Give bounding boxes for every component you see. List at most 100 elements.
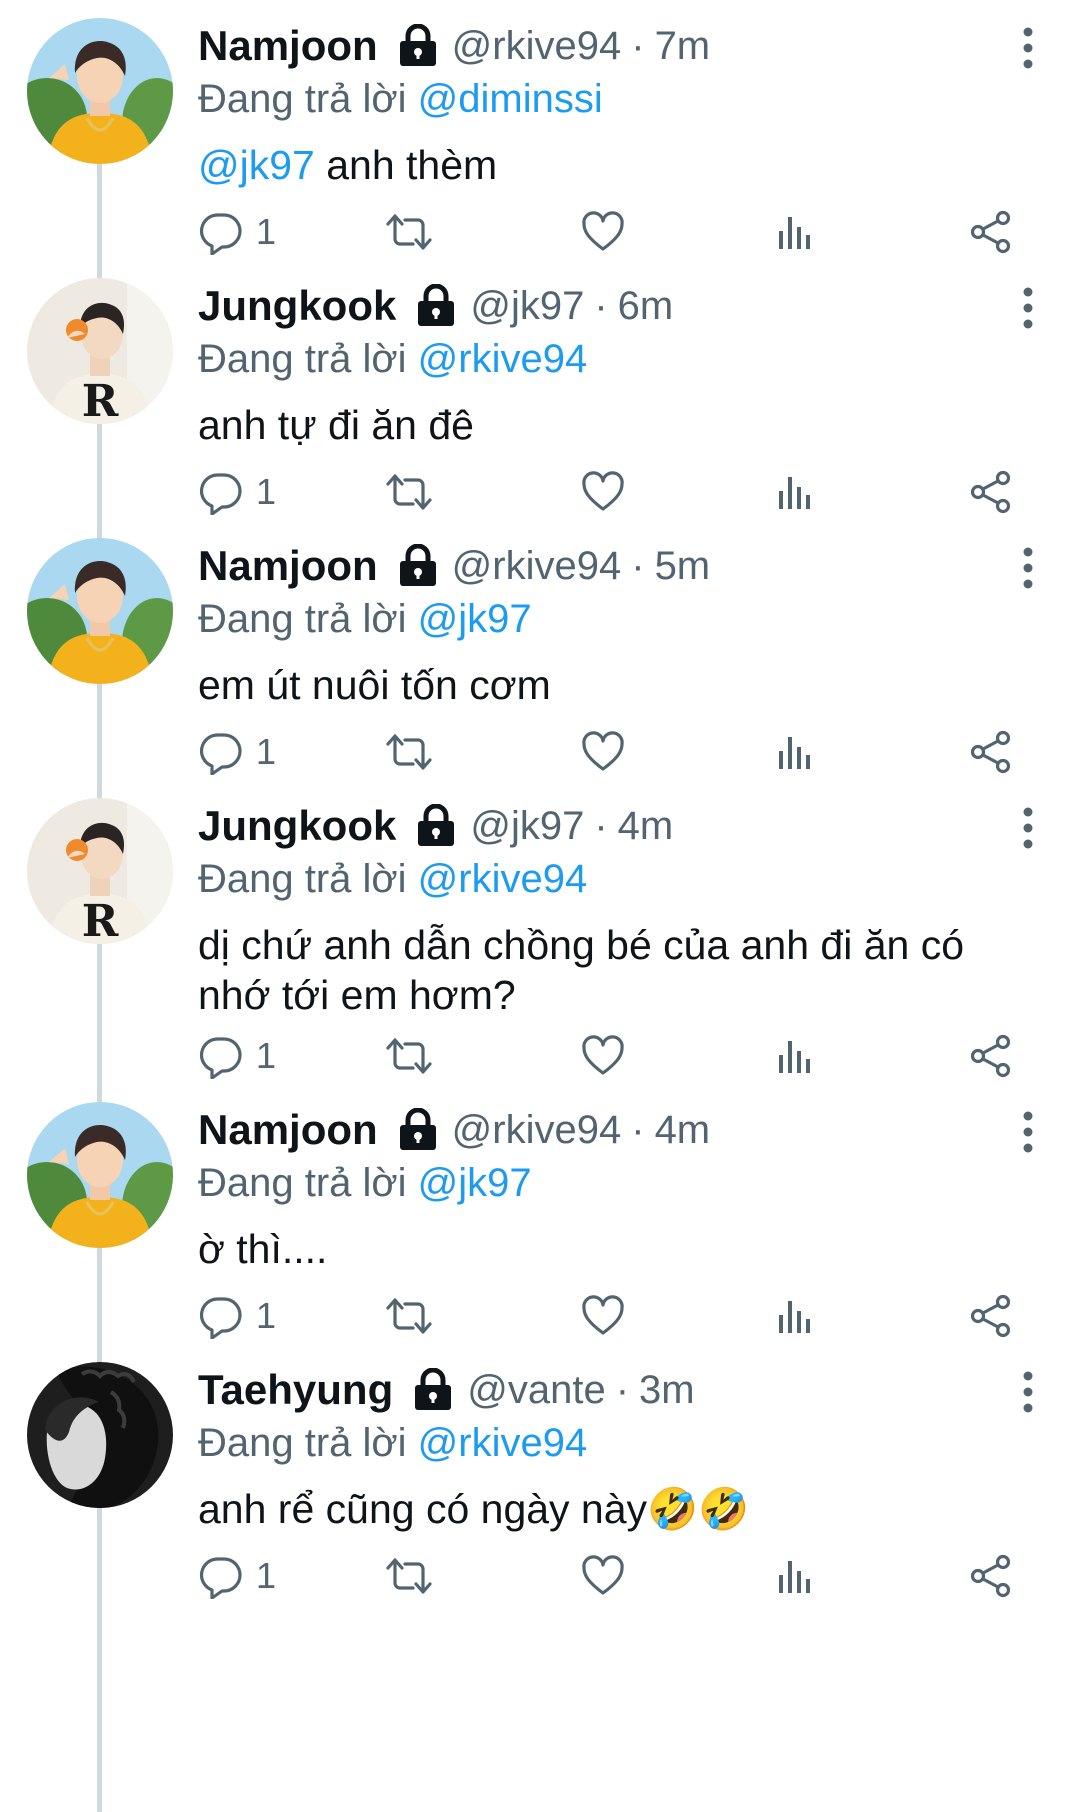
display-name[interactable]: Jungkook	[198, 802, 396, 850]
retweet-button[interactable]	[386, 1548, 432, 1604]
more-icon[interactable]	[1016, 24, 1040, 72]
timestamp[interactable]: 7m	[655, 24, 711, 69]
share-button[interactable]	[968, 204, 1014, 260]
tweet[interactable]: Namjoon @rkive94 · 5m Đang trả lời @jk97…	[0, 538, 1080, 784]
replying-to-mention[interactable]: @jk97	[418, 597, 532, 641]
avatar[interactable]	[27, 278, 173, 424]
separator-dot: ·	[631, 543, 645, 588]
timestamp[interactable]: 4m	[618, 804, 674, 849]
tweet[interactable]: Namjoon @rkive94 · 7m Đang trả lời @dimi…	[0, 18, 1080, 264]
share-button[interactable]	[968, 464, 1014, 520]
timestamp[interactable]: 5m	[655, 544, 711, 589]
timestamp[interactable]: 4m	[655, 1108, 711, 1153]
more-icon[interactable]	[1016, 544, 1040, 592]
views-button[interactable]	[773, 464, 819, 520]
share-button[interactable]	[968, 724, 1014, 780]
like-button[interactable]	[580, 1028, 626, 1084]
timestamp[interactable]: 6m	[618, 284, 674, 329]
avatar[interactable]	[27, 18, 173, 164]
views-button[interactable]	[773, 1028, 819, 1084]
more-icon[interactable]	[1016, 284, 1040, 332]
retweet-button[interactable]	[386, 204, 432, 260]
like-button[interactable]	[580, 724, 626, 780]
display-name[interactable]: Taehyung	[198, 1366, 393, 1414]
display-name[interactable]: Jungkook	[198, 282, 396, 330]
namjoon-avatar-icon	[27, 538, 173, 684]
reply-button[interactable]: 1	[198, 1028, 276, 1084]
user-handle[interactable]: @jk97	[470, 284, 584, 329]
user-handle[interactable]: @rkive94	[452, 544, 622, 589]
views-button[interactable]	[773, 724, 819, 780]
like-button[interactable]	[580, 1548, 626, 1604]
action-bar: 1	[198, 1548, 1018, 1604]
replying-to-mention[interactable]: @rkive94	[418, 1421, 588, 1465]
display-name[interactable]: Namjoon	[198, 542, 378, 590]
user-handle[interactable]: @jk97	[470, 804, 584, 849]
action-bar: 1	[198, 724, 1018, 780]
replying-to-label: Đang trả lời	[198, 597, 407, 641]
views-button[interactable]	[773, 204, 819, 260]
display-name[interactable]: Namjoon	[198, 22, 378, 70]
replying-to: Đang trả lời @diminssi	[198, 74, 1040, 124]
replying-to: Đang trả lời @jk97	[198, 594, 1040, 644]
like-icon	[580, 1033, 626, 1079]
tweet-content: Jungkook @jk97 · 4m Đang trả lời @rkive9…	[198, 798, 1040, 1020]
replying-to-mention[interactable]: @rkive94	[418, 857, 588, 901]
separator-dot: ·	[594, 803, 608, 848]
avatar[interactable]	[27, 538, 173, 684]
more-icon[interactable]	[1016, 1368, 1040, 1416]
user-handle[interactable]: @rkive94	[452, 24, 622, 69]
reply-button[interactable]: 1	[198, 724, 276, 780]
reply-icon	[198, 1293, 244, 1339]
reply-thread: Namjoon @rkive94 · 7m Đang trả lời @dimi…	[0, 0, 1080, 1812]
body-text: anh thèm	[314, 142, 498, 188]
display-name[interactable]: Namjoon	[198, 1106, 378, 1154]
reply-count: 1	[256, 1295, 277, 1336]
retweet-button[interactable]	[386, 1288, 432, 1344]
body-mention[interactable]: @jk97	[198, 142, 315, 188]
retweet-button[interactable]	[386, 1028, 432, 1084]
replying-to-mention[interactable]: @diminssi	[418, 77, 603, 121]
tweet[interactable]: Namjoon @rkive94 · 4m Đang trả lời @jk97…	[0, 1102, 1080, 1348]
like-button[interactable]	[580, 464, 626, 520]
share-button[interactable]	[968, 1288, 1014, 1344]
body-text: anh tự đi ăn đê	[198, 402, 474, 448]
share-icon	[968, 1293, 1014, 1339]
retweet-button[interactable]	[386, 724, 432, 780]
avatar[interactable]	[27, 1102, 173, 1248]
tweet[interactable]: Taehyung @vante · 3m Đang trả lời @rkive…	[0, 1362, 1080, 1608]
user-handle[interactable]: @rkive94	[452, 1108, 622, 1153]
more-icon[interactable]	[1016, 1108, 1040, 1156]
action-bar: 1	[198, 204, 1018, 260]
more-icon[interactable]	[1016, 804, 1040, 852]
lock-icon	[416, 804, 456, 848]
reply-button[interactable]: 1	[198, 1548, 276, 1604]
replying-to: Đang trả lời @rkive94	[198, 854, 1040, 904]
reply-icon	[198, 469, 244, 515]
taehyung-avatar-icon	[27, 1362, 173, 1508]
replying-to-mention[interactable]: @rkive94	[418, 337, 588, 381]
avatar[interactable]	[27, 1362, 173, 1508]
replying-to-label: Đang trả lời	[198, 337, 407, 381]
views-button[interactable]	[773, 1288, 819, 1344]
tweet[interactable]: Jungkook @jk97 · 4m Đang trả lời @rkive9…	[0, 798, 1080, 1088]
reply-icon	[198, 729, 244, 775]
tweet[interactable]: Jungkook @jk97 · 6m Đang trả lời @rkive9…	[0, 278, 1080, 524]
views-button[interactable]	[773, 1548, 819, 1604]
like-icon	[580, 1293, 626, 1339]
reply-button[interactable]: 1	[198, 1288, 276, 1344]
tweet-text: anh rể cũng có ngày này🤣🤣	[198, 1484, 1038, 1534]
like-button[interactable]	[580, 204, 626, 260]
share-button[interactable]	[968, 1028, 1014, 1084]
avatar[interactable]	[27, 798, 173, 944]
reply-button[interactable]: 1	[198, 204, 276, 260]
share-button[interactable]	[968, 1548, 1014, 1604]
user-handle[interactable]: @vante	[467, 1368, 605, 1413]
replying-to-mention[interactable]: @jk97	[418, 1161, 532, 1205]
timestamp[interactable]: 3m	[639, 1368, 695, 1413]
like-button[interactable]	[580, 1288, 626, 1344]
like-icon	[580, 209, 626, 255]
retweet-button[interactable]	[386, 464, 432, 520]
replying-to-label: Đang trả lời	[198, 1421, 407, 1465]
reply-button[interactable]: 1	[198, 464, 276, 520]
